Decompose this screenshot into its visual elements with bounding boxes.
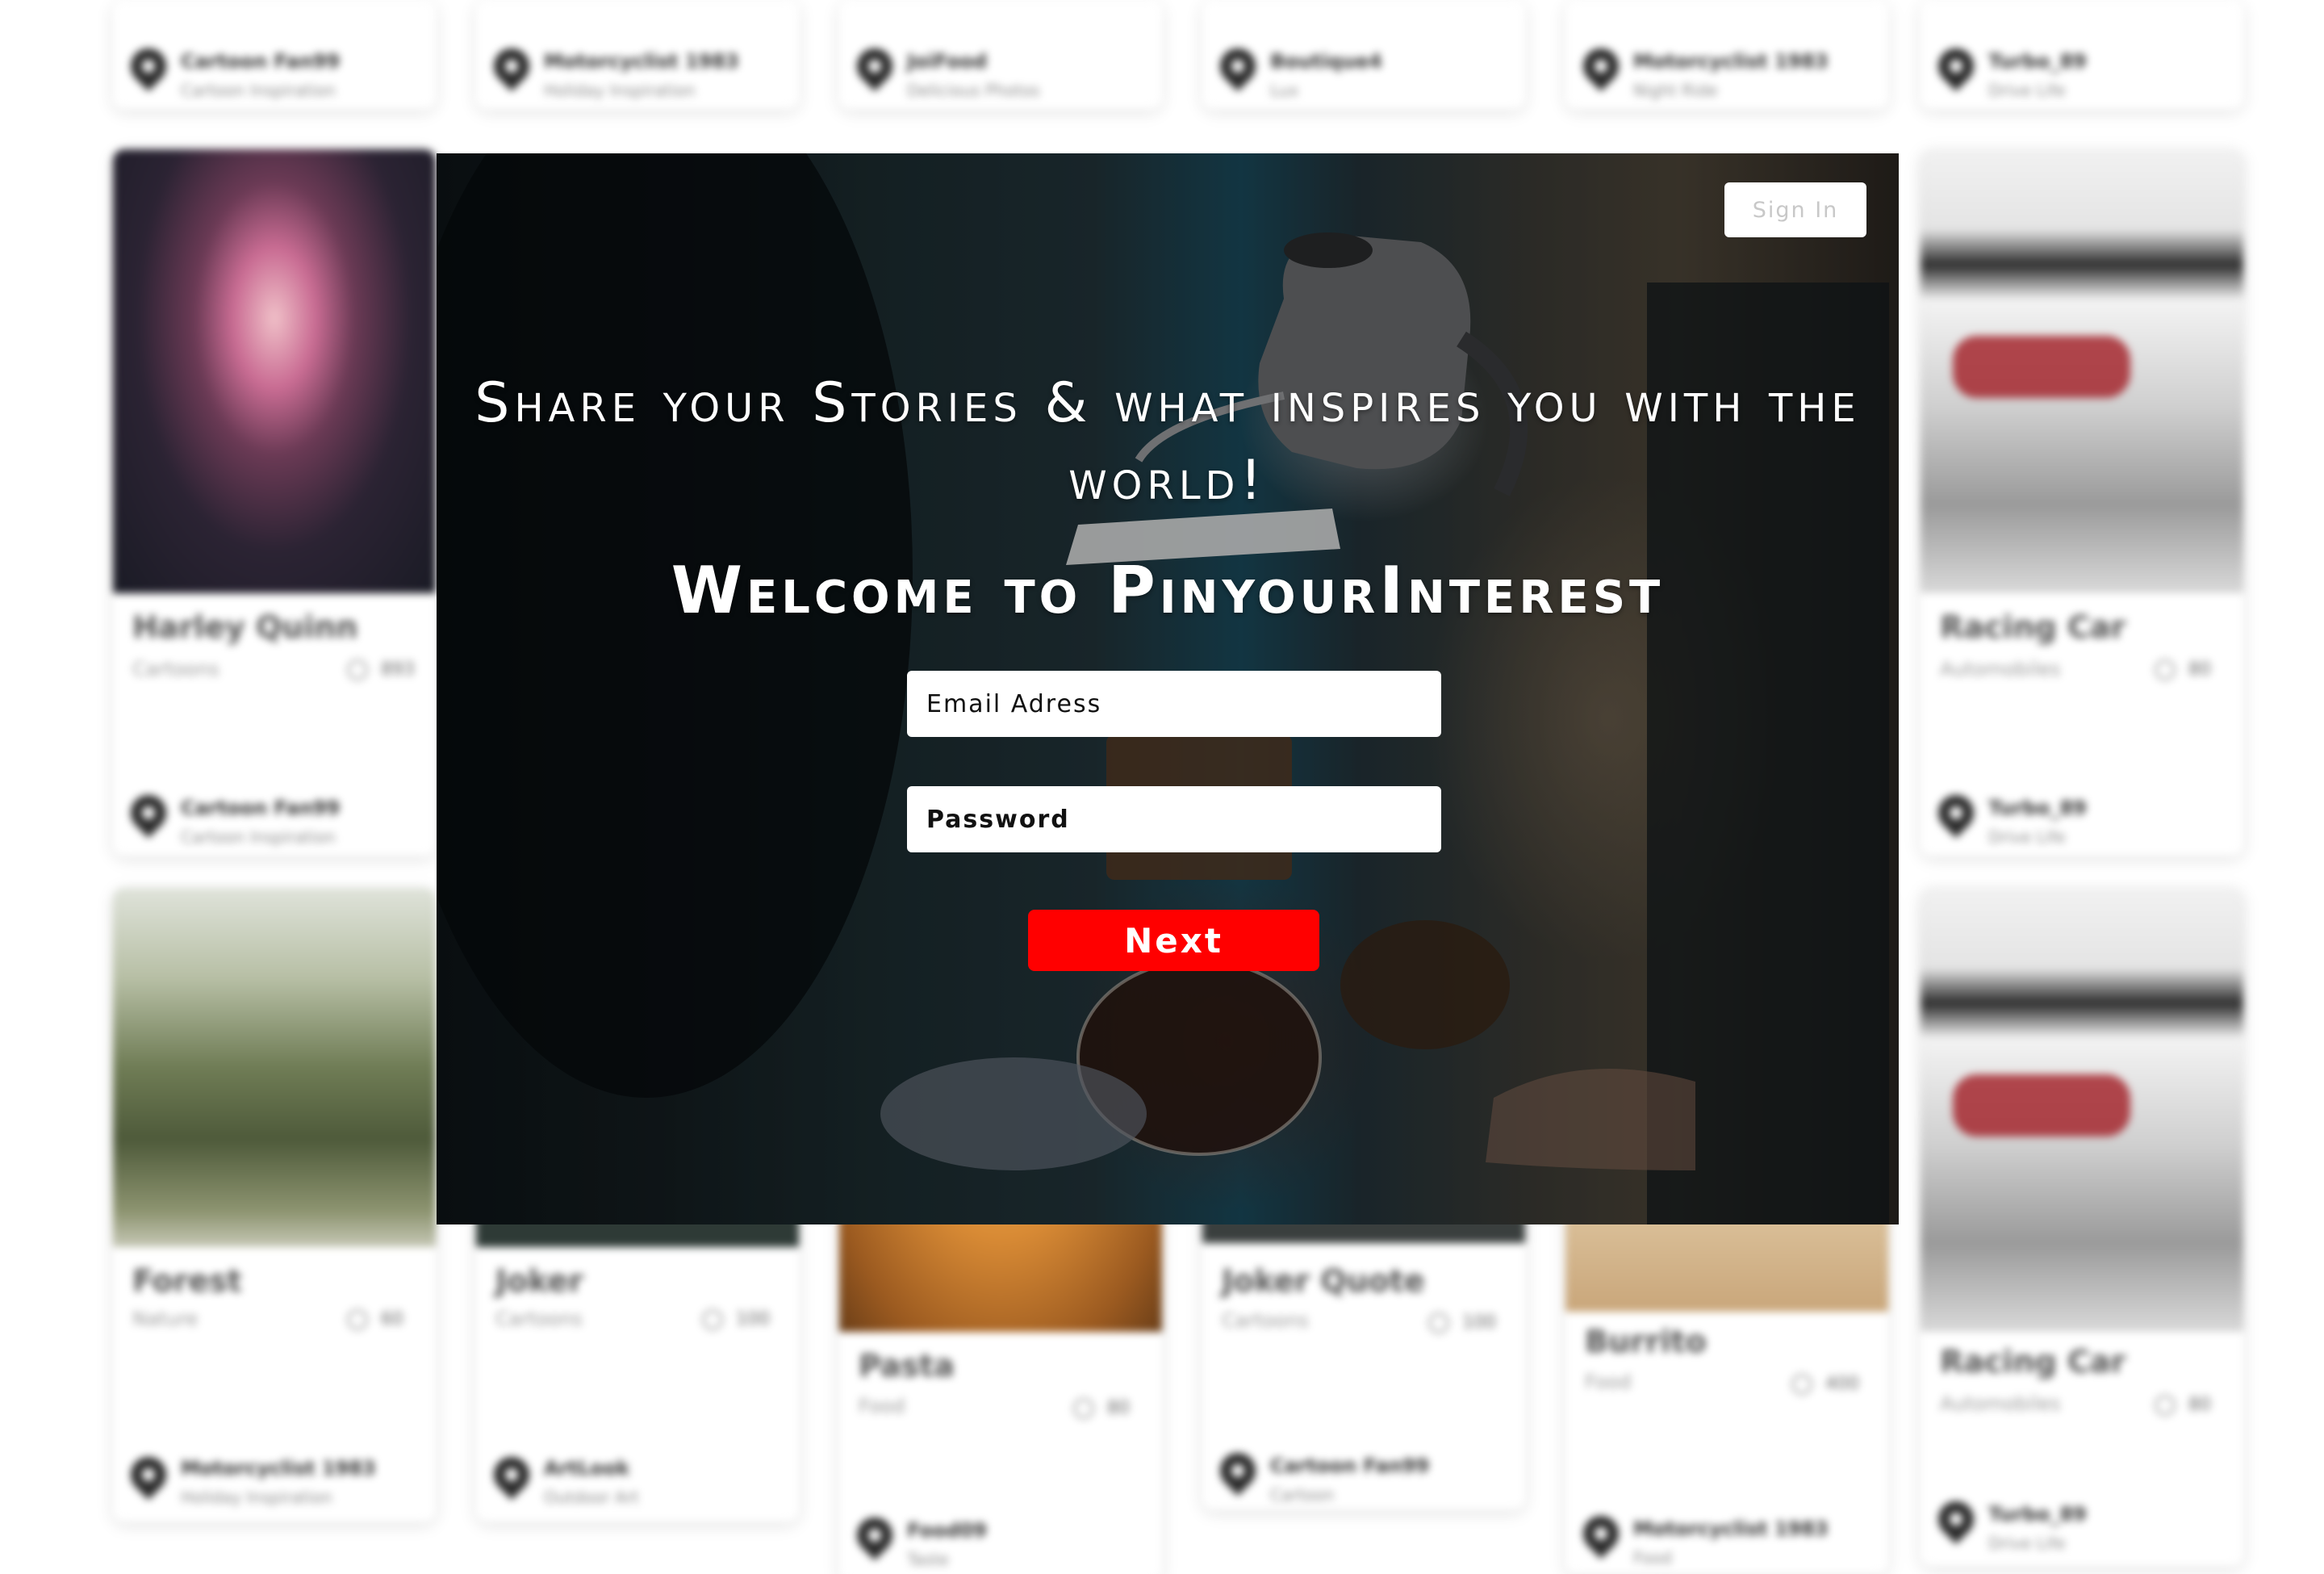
location-pin-icon [849,40,901,92]
user-board: Holiday Inspiration [181,1488,332,1507]
user-board: Cartoon [1270,1485,1335,1505]
user-name: Cartoon Fan99 [1270,1455,1430,1477]
user-board: Taste [907,1550,949,1569]
like-count: 100 [1462,1312,1496,1333]
pin-card[interactable]: Racing Car Automobiles 80 Turbo_89 Drive… [1921,149,2243,856]
pin-category: Cartoons [1222,1309,1309,1332]
heart-icon[interactable] [347,1309,368,1330]
user-board: Drive Life [1988,81,2066,100]
user-board: Drive Life [1988,827,2066,847]
user-name: Food09 [907,1519,987,1542]
location-pin-icon [1575,40,1627,92]
user-board: Night Ride [1633,81,1718,100]
location-pin-icon [123,1449,174,1501]
heart-icon[interactable] [1073,1398,1094,1419]
user-name: ArtLook [544,1457,630,1480]
user-name: JoiFood [907,50,988,73]
user-name: Motorcyclist 1983 [1633,50,1829,73]
user-name: Cartoon Fan99 [181,797,341,819]
user-card: Motorcyclist 1983 Night Ride [1565,0,1888,109]
user-name: Motorcyclist 1983 [544,50,739,73]
user-name: Turbo_89 [1988,1503,2087,1526]
like-count: 80 [1107,1398,1130,1418]
user-name: Cartoon Fan99 [181,50,341,73]
pin-title: Burrito [1585,1324,1707,1359]
location-pin-icon [486,40,537,92]
location-pin-icon [849,1509,901,1561]
user-board: Drive Life [1988,1534,2066,1553]
pin-card[interactable]: Racing Car Automobiles 80 Turbo_89 Drive… [1921,888,2243,1566]
next-button[interactable]: Next [1028,910,1319,971]
pin-title: Forest [132,1263,242,1299]
location-pin-icon [1212,40,1264,92]
like-count: 100 [736,1309,770,1329]
user-name: Boutique4 [1270,50,1382,73]
heart-icon[interactable] [1791,1374,1812,1395]
location-pin-icon [1930,40,1982,92]
sign-in-button[interactable]: Sign In [1724,182,1866,237]
pin-card[interactable]: Forest Nature 60 Motorcyclist 1983 Holid… [113,888,436,1522]
user-card: Motorcyclist 1983 Holiday Inspiration [476,0,799,109]
user-board: Delicious Photos [907,81,1040,100]
like-count: 60 [381,1309,403,1329]
pin-card[interactable]: Harley Quinn Cartoons 893 Cartoon Fan99 … [113,149,436,856]
signup-modal: Sign In Share your Stories & what inspir… [437,153,1899,1224]
user-name: Motorcyclist 1983 [181,1457,376,1480]
heart-icon[interactable] [1428,1312,1449,1333]
location-pin-icon [486,1449,537,1501]
pin-title: Joker Quote [1222,1263,1425,1299]
location-pin-icon [1575,1508,1627,1559]
user-name: Motorcyclist 1983 [1633,1517,1829,1540]
location-pin-icon [123,787,174,839]
location-pin-icon [1212,1445,1264,1497]
like-count: 80 [2188,1395,2211,1415]
pin-title: Harley Quinn [132,609,358,645]
user-name: Turbo_89 [1988,797,2087,819]
user-card: Cartoon Fan99 Cartoon Inspiration [113,0,436,109]
email-field[interactable] [907,671,1441,737]
pin-category: Automobiles [1940,1392,2061,1415]
password-field[interactable] [907,786,1441,852]
pin-image [113,888,436,1247]
pin-image [1921,149,2243,593]
user-card: Boutique4 Lux [1202,0,1525,109]
pin-category: Food [859,1395,905,1417]
location-pin-icon [123,40,174,92]
pin-category: Food [1585,1371,1632,1393]
location-pin-icon [1930,1493,1982,1545]
user-board: Cartoon Inspiration [181,827,336,847]
like-count: 80 [2188,659,2211,680]
pin-category: Cartoons [132,658,219,680]
heart-icon[interactable] [2155,1395,2176,1416]
user-board: Outdoor Art [544,1488,639,1507]
heart-icon[interactable] [702,1309,723,1330]
welcome-heading: Welcome to PinyourInterest [671,553,1665,628]
pin-title: Joker [495,1263,584,1299]
like-count: 400 [1825,1374,1859,1394]
user-name: Turbo_89 [1988,50,2087,73]
user-card: Turbo_89 Drive Life [1921,0,2243,109]
user-card: JoiFood Delicious Photos [839,0,1162,109]
pin-category: Cartoons [495,1308,583,1330]
pin-category: Automobiles [1940,658,2061,680]
hero-tagline: Share your Stories & what inspires you w… [474,371,1861,513]
user-board: Cartoon Inspiration [181,81,336,100]
pin-image [113,149,436,593]
heart-icon[interactable] [2155,659,2176,680]
like-count: 893 [381,659,415,680]
user-board: Lux [1270,81,1299,100]
pin-category: Nature [132,1308,199,1330]
user-board: Food [1633,1548,1672,1568]
pin-image [1921,888,2243,1332]
pin-title: Racing Car [1940,609,2126,645]
user-board: Holiday Inspiration [544,81,696,100]
heart-icon[interactable] [347,659,368,680]
pin-title: Racing Car [1940,1344,2126,1379]
location-pin-icon [1930,787,1982,839]
pin-title: Pasta [859,1348,955,1384]
